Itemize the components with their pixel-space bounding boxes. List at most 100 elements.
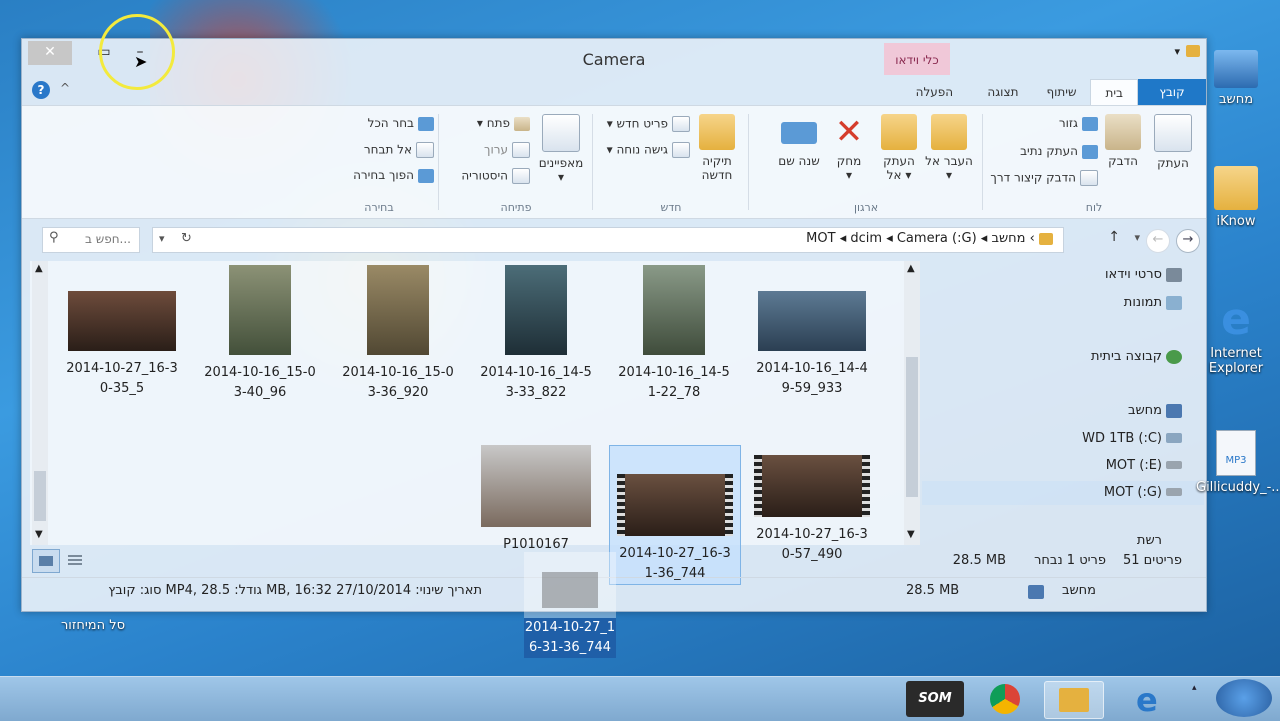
address-dropdown-icon[interactable]: ▾ [159, 232, 165, 245]
file-item[interactable]: 2014-10-16_15-0 3-36_920 [333, 265, 463, 403]
nav-scrollbar-thumb[interactable] [906, 357, 918, 497]
refresh-icon[interactable]: ↻ [181, 231, 192, 246]
nav-item-videos[interactable]: סרטי וידאו [1105, 267, 1162, 282]
arrow-left-icon: ← [1152, 232, 1164, 247]
group-label-new: חדש [660, 201, 682, 214]
desktop-icon-recycle-bin[interactable]: סל המיחזור [48, 618, 138, 633]
open-icon [514, 116, 530, 131]
thumbnail-image [367, 265, 429, 355]
cut-button[interactable]: גזור [1059, 116, 1098, 131]
copy-path-button[interactable]: העתק נתיב [1020, 144, 1098, 159]
file-item[interactable]: 2014-10-16_15-0 3-40_96 [195, 265, 325, 403]
breadcrumb-camera[interactable]: Camera [897, 231, 948, 246]
rename-button[interactable]: שנה שם [774, 114, 824, 168]
back-button[interactable]: → [1176, 229, 1200, 253]
drive-icon [1166, 433, 1182, 443]
start-button[interactable] [1216, 679, 1272, 717]
new-item-button[interactable]: פריט חדש ▾ [607, 116, 690, 132]
desktop-icon-internet-explorer[interactable]: e Internet Explorer [1196, 298, 1276, 377]
breadcrumb-computer[interactable]: מחשב [991, 231, 1025, 246]
copy-button[interactable]: העתק [1148, 114, 1198, 170]
delete-button[interactable]: ✕ מחק ▾ [824, 114, 874, 182]
invert-selection-button[interactable]: הפוך בחירה [353, 168, 434, 183]
tab-home[interactable]: בית [1090, 79, 1138, 105]
edit-button[interactable]: ערוך [484, 142, 530, 158]
nav-item-homegroup[interactable]: קבוצה ביתית [1091, 349, 1162, 364]
nav-item-drive-c[interactable]: (C:) WD 1TB [1082, 431, 1162, 446]
search-input[interactable]: חפש ב... ⚲ [42, 227, 140, 253]
rename-label: שנה שם [778, 154, 820, 168]
nav-item-pictures[interactable]: תמונות [1124, 295, 1162, 310]
thumbnail-image [758, 291, 866, 351]
content-scrollbar[interactable]: ▲ ▼ [32, 261, 48, 545]
file-item[interactable]: 2014-10-16_14-5 3-33_822 [471, 265, 601, 403]
tab-share[interactable]: שיתוף [1032, 79, 1090, 105]
title-bar[interactable]: ✕ ▭ – Camera כלי וידאו ▾ [22, 39, 1206, 79]
select-all-button[interactable]: בחר הכל [368, 116, 434, 131]
tab-view[interactable]: תצוגה [973, 79, 1032, 105]
contextual-tab-video-tools[interactable]: כלי וידאו [884, 43, 950, 75]
taskbar-overflow-icon[interactable]: ▴ [1192, 683, 1197, 693]
nav-item-computer[interactable]: מחשב [1128, 403, 1162, 418]
video-thumbnail [754, 455, 870, 517]
open-button[interactable]: פתח ▾ [477, 116, 530, 131]
details-view-button[interactable] [64, 551, 86, 569]
file-item[interactable]: 2014-10-27_16-3 0-57_490 [747, 445, 877, 565]
desktop-icon-mp3[interactable]: MP3 Gillicuddy_-... [1196, 430, 1280, 495]
taskbar-file-explorer[interactable] [1044, 681, 1104, 719]
nav-item-network[interactable]: רשת [1137, 533, 1162, 545]
paste-shortcut-button[interactable]: הדבק קיצור דרך [990, 170, 1098, 186]
thumbnail-view-button[interactable] [32, 549, 60, 573]
scroll-down-icon[interactable]: ▼ [907, 529, 915, 540]
history-button[interactable]: היסטוריה [461, 168, 530, 184]
move-to-button[interactable]: העבר אל ▾ [924, 114, 974, 182]
group-label-open: פתיחה [500, 201, 532, 214]
new-folder-button[interactable]: תיקיה חדשה [692, 114, 742, 182]
nav-item-drive-g[interactable]: (G:) MOT [1104, 485, 1162, 500]
easy-access-button[interactable]: גישה נוחה ▾ [607, 142, 690, 158]
taskbar-som[interactable]: SOM [906, 681, 964, 717]
paste-label: הדבק [1108, 154, 1138, 168]
ribbon-separator [748, 114, 749, 210]
file-item[interactable]: 2014-10-16_14-4 9-59_933 [747, 265, 877, 399]
copy-to-label: העתק אל [883, 154, 915, 182]
address-bar[interactable]: › מחשב ◂ (G:) MOT ◂ dcim ◂ Camera ↻ ▾ [152, 227, 1064, 253]
file-item[interactable]: 2014-10-16_14-5 1-22_78 [609, 265, 739, 403]
scroll-up-icon[interactable]: ▲ [35, 263, 43, 274]
select-none-button[interactable]: אל תבחר [364, 142, 434, 158]
taskbar-internet-explorer[interactable]: e [1118, 681, 1176, 719]
paste-button[interactable]: הדבק [1098, 114, 1148, 168]
taskbar-chrome[interactable] [976, 681, 1034, 717]
desktop-icon-iknow[interactable]: iKnow [1196, 166, 1276, 229]
file-name: 2014-10-16_14-5 3-33_822 [480, 365, 592, 400]
search-icon: ⚲ [49, 230, 59, 245]
select-all-label: בחר הכל [367, 116, 414, 130]
copy-path-label: העתק נתיב [1020, 144, 1078, 158]
scroll-down-icon[interactable]: ▼ [35, 529, 43, 540]
file-list-pane[interactable]: ▲ ▼ 2014-10-16_14-4 9-59_933 2014-10-16_1… [30, 261, 910, 585]
qat-dropdown-icon[interactable]: ▾ [1174, 45, 1180, 58]
scroll-up-icon[interactable]: ▲ [907, 263, 915, 274]
item-count: 51 פריטים [1122, 553, 1182, 568]
desktop-icon-computer[interactable]: מחשב [1196, 50, 1276, 107]
recent-locations-icon[interactable]: ▾ [1134, 231, 1140, 244]
up-button[interactable]: ↑ [1108, 229, 1120, 245]
navigation-pane[interactable]: ▲ ▼ סרטי וידאו תמונות קבוצה ביתית מחשב (… [904, 261, 1204, 545]
properties-button[interactable]: מאפיינים ▾ [536, 114, 586, 184]
scrollbar-thumb[interactable] [34, 471, 46, 521]
address-row: → ← ▾ ↑ › מחשב ◂ (G:) MOT ◂ dcim ◂ Camer… [22, 225, 1206, 255]
ribbon-collapse-icon[interactable]: ^ [60, 81, 70, 95]
tab-play[interactable]: הפעלה [895, 79, 973, 105]
breadcrumb: › מחשב ◂ (G:) MOT ◂ dcim ◂ Camera [806, 231, 1053, 246]
chevron-icon: › [1025, 231, 1035, 246]
help-icon[interactable]: ? [32, 81, 50, 99]
file-item[interactable]: 2014-10-27_16-3 0-35_5 [57, 265, 187, 399]
breadcrumb-dcim[interactable]: dcim [850, 231, 882, 246]
nav-scrollbar[interactable]: ▲ ▼ [904, 261, 920, 545]
file-size: 28.5 MB [906, 583, 960, 598]
copy-to-button[interactable]: העתק אל ▾ [874, 114, 924, 182]
drag-thumbnail [542, 572, 598, 608]
file-item[interactable]: P1010167 [471, 445, 601, 555]
nav-item-drive-e[interactable]: (E:) MOT [1106, 458, 1162, 473]
forward-button[interactable]: ← [1146, 229, 1170, 253]
